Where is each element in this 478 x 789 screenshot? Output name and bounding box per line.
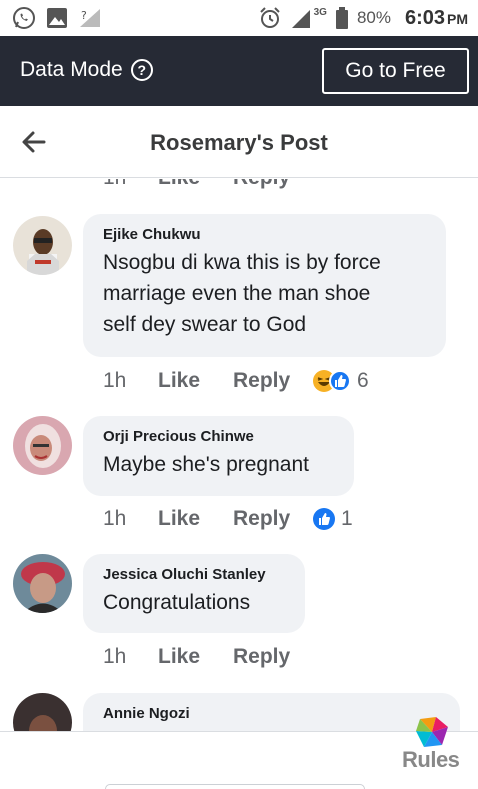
help-icon[interactable]: ?	[130, 59, 153, 81]
clock-time: 6:03	[404, 6, 445, 29]
reaction-count: 1	[341, 507, 353, 530]
avatar[interactable]	[13, 216, 72, 275]
like-link[interactable]: Like	[158, 507, 233, 531]
reaction-summary[interactable]: 1	[313, 507, 353, 531]
reaction-summary[interactable]: 6	[313, 369, 369, 393]
comment-line: Maybe she's pregnant	[103, 453, 309, 476]
avatar-ejike-image	[13, 216, 72, 275]
commenter-name[interactable]: Annie Ngozi	[103, 705, 440, 722]
rules-logo-icon	[416, 717, 448, 747]
like-link[interactable]: Like	[158, 369, 233, 393]
reaction-count: 6	[357, 369, 369, 392]
clock-ampm: PM	[447, 10, 468, 27]
comment-bubble[interactable]: Jessica Oluchi Stanley Congratulations	[83, 554, 305, 633]
gallery-icon	[47, 8, 67, 28]
avatar[interactable]	[13, 693, 72, 731]
page-title: Rosemary's Post	[150, 130, 328, 155]
commenter-name[interactable]: Orji Precious Chinwe	[103, 428, 334, 445]
whatsapp-icon	[13, 7, 35, 29]
like-icon	[313, 508, 335, 530]
comment-time: 1h	[103, 507, 127, 530]
commenter-name[interactable]: Jessica Oluchi Stanley	[103, 566, 285, 583]
avatar-orji-image	[13, 416, 72, 475]
avatar-jessica-image	[13, 554, 72, 613]
like-icon	[329, 370, 351, 392]
comments-feed[interactable]: 1h Like Reply Ejike Chukwu Nsogbu di kwa…	[0, 179, 478, 731]
comment-line: self dey swear to God	[103, 313, 307, 336]
comment-actions-partial: 1h Like Reply	[103, 179, 313, 190]
battery-icon	[335, 7, 348, 29]
network-type: 3G	[313, 6, 327, 18]
comment-bubble[interactable]: Orji Precious Chinwe Maybe she's pregnan…	[83, 416, 354, 496]
comment-actions: 1h Like Reply	[103, 645, 313, 669]
data-mode-label-group[interactable]: Data Mode ?	[20, 58, 153, 82]
comment-actions: 1h Like Reply 1	[103, 507, 353, 531]
reply-link[interactable]: Reply	[233, 369, 313, 393]
commenter-name[interactable]: Ejike Chukwu	[103, 226, 426, 243]
comment-actions: 1h Like Reply 6	[103, 369, 369, 393]
comment-time: 1h	[103, 645, 127, 668]
signal-icon	[291, 10, 310, 28]
data-mode-banner: Data Mode ? Go to Free	[0, 36, 478, 106]
no-signal-icon: ?	[80, 9, 100, 27]
comment-line: Nsogbu di kwa this is by force	[103, 251, 381, 274]
comment-time: 1h	[103, 179, 158, 190]
comment-time: 1h	[103, 369, 127, 392]
reply-link[interactable]: Reply	[233, 645, 313, 669]
alarm-icon	[259, 7, 280, 28]
watermark-text: Rules	[402, 747, 460, 772]
battery-percent: 80%	[356, 8, 391, 27]
comment-text: Congratulations	[103, 587, 285, 618]
comment-line: Congratulations	[103, 591, 251, 614]
avatar[interactable]	[13, 416, 72, 475]
like-link[interactable]: Like	[158, 645, 233, 669]
data-mode-label: Data Mode	[20, 58, 123, 81]
clock: 6:03 PM	[405, 7, 468, 30]
comment-bubble[interactable]: Ejike Chukwu Nsogbu di kwa this is by fo…	[83, 214, 446, 357]
like-link[interactable]: Like	[158, 179, 233, 190]
reply-link[interactable]: Reply	[233, 179, 313, 190]
svg-text:?: ?	[81, 9, 87, 22]
go-to-free-button[interactable]: Go to Free	[322, 48, 469, 94]
notification-icons: ?	[12, 6, 102, 30]
comment-input[interactable]	[105, 784, 365, 789]
reply-link[interactable]: Reply	[233, 507, 313, 531]
comment-text: Nsogbu di kwa this is by force marriage …	[103, 247, 426, 340]
avatar-annie-image	[13, 693, 72, 731]
watermark-logo: Rules	[402, 715, 464, 775]
post-header: Rosemary's Post	[0, 106, 478, 178]
avatar[interactable]	[13, 554, 72, 613]
comment-text: Maybe she's pregnant	[103, 449, 334, 480]
status-bar: ? 3G 80% 6:03 PM	[0, 0, 478, 36]
comment-line: marriage even the man shoe	[103, 282, 371, 305]
